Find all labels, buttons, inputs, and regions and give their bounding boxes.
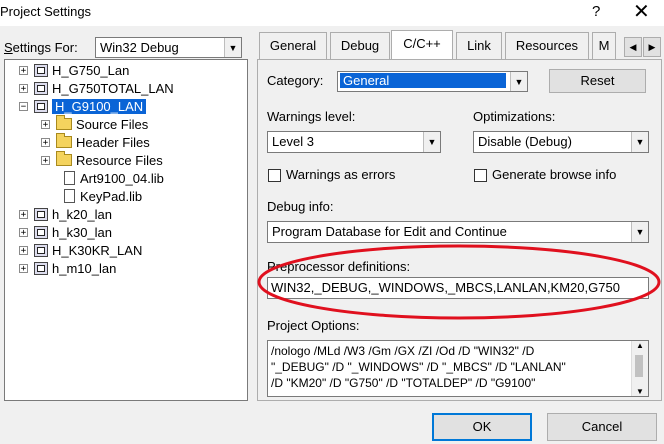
project-icon [34, 243, 48, 257]
tree-item[interactable]: + Header Files [41, 133, 150, 151]
tab-c-cpp[interactable]: C/C++ [391, 30, 453, 60]
collapse-icon[interactable]: − [19, 101, 28, 111]
tree-item[interactable]: + H_G750_Lan [19, 61, 129, 79]
project-options-line: /nologo /MLd /W3 /Gm /GX /ZI /Od /D "WIN… [271, 344, 535, 358]
tab-scroll-right[interactable]: ▶ [643, 37, 661, 57]
window-title: Project Settings [0, 4, 92, 19]
optimizations-dropdown[interactable]: Disable (Debug) ▼ [473, 131, 649, 153]
project-tree[interactable]: + H_G750_Lan + H_G750TOTAL_LAN − H_G9100… [4, 59, 248, 401]
title-bar: Project Settings ? ✕ [0, 0, 664, 26]
tree-item[interactable]: + h_k30_lan [19, 223, 112, 241]
tree-item-label: Source Files [76, 116, 149, 132]
optimizations-label: Optimizations: [473, 109, 556, 124]
red-annotation-ellipse [257, 244, 661, 320]
tab-debug[interactable]: Debug [330, 32, 390, 59]
tree-item-label: h_m10_lan [52, 260, 117, 276]
tree-item-selected[interactable]: − H_G9100_LAN [19, 97, 147, 115]
tree-item[interactable]: + Resource Files [41, 151, 163, 169]
expand-icon[interactable]: + [41, 155, 50, 165]
file-icon [64, 171, 75, 185]
ok-button[interactable]: OK [432, 413, 532, 441]
expand-icon[interactable]: + [19, 209, 28, 219]
tree-item-label: H_G9100_LAN [52, 98, 147, 114]
expand-icon[interactable]: + [19, 65, 28, 75]
tree-item[interactable]: + Source Files [41, 115, 148, 133]
tab-scroll-left[interactable]: ◀ [624, 37, 642, 57]
tree-item[interactable]: + H_G750TOTAL_LAN [19, 79, 174, 97]
project-options-scrollbar[interactable]: ▲ ▼ [631, 341, 648, 396]
expand-icon[interactable]: + [19, 227, 28, 237]
project-icon [34, 207, 48, 221]
project-icon [34, 225, 48, 239]
debug-info-dropdown[interactable]: Program Database for Edit and Continue ▼ [267, 221, 649, 243]
category-label: Category: [267, 73, 324, 88]
project-options-line: "_DEBUG" /D "_WINDOWS" /D "_MBCS" /D "LA… [271, 360, 566, 374]
tab-general[interactable]: General [259, 32, 327, 59]
chevron-down-icon[interactable]: ▼ [224, 38, 241, 57]
tree-item-label: h_k30_lan [52, 224, 112, 240]
tree-item[interactable]: + h_k20_lan [19, 205, 112, 223]
close-button[interactable]: ✕ [633, 0, 650, 24]
chevron-down-icon[interactable]: ▼ [631, 222, 648, 242]
category-value: General [340, 73, 506, 88]
tree-item-label: Header Files [76, 134, 150, 150]
reset-button[interactable]: Reset [549, 69, 646, 93]
tree-item-label: H_G750TOTAL_LAN [52, 80, 174, 96]
scroll-thumb[interactable] [635, 355, 643, 377]
tab-resources[interactable]: Resources [505, 32, 589, 59]
project-icon [34, 81, 48, 95]
folder-icon [56, 151, 72, 166]
expand-icon[interactable]: + [41, 137, 50, 147]
tree-item[interactable]: + H_K30KR_LAN [19, 241, 142, 259]
warning-level-label: Warnings level: [267, 109, 356, 124]
warnings-as-errors-label: Warnings as errors [286, 167, 396, 182]
help-button[interactable]: ? [592, 3, 600, 20]
project-icon [34, 99, 48, 113]
warnings-as-errors-checkbox[interactable] [268, 169, 281, 182]
category-dropdown[interactable]: General ▼ [337, 71, 528, 92]
warning-level-dropdown[interactable]: Level 3 ▼ [267, 131, 441, 153]
tree-item[interactable]: Art9100_04.lib [64, 169, 164, 187]
tree-item-label: h_k20_lan [52, 206, 112, 222]
generate-browse-info-label: Generate browse info [492, 167, 617, 182]
chevron-down-icon[interactable]: ▼ [423, 132, 440, 152]
generate-browse-info-checkbox[interactable] [474, 169, 487, 182]
cancel-button[interactable]: Cancel [547, 413, 657, 441]
settings-for-dropdown[interactable]: Win32 Debug ▼ [95, 37, 242, 58]
tree-item-label: KeyPad.lib [80, 188, 143, 204]
folder-icon [56, 133, 72, 148]
chevron-down-icon[interactable]: ▼ [510, 72, 527, 91]
settings-for-label: Settings For: [4, 40, 78, 55]
project-icon [34, 63, 48, 77]
scroll-up-icon[interactable]: ▲ [632, 341, 648, 350]
debug-info-value: Program Database for Edit and Continue [272, 224, 507, 239]
tree-item-label: H_K30KR_LAN [52, 242, 143, 258]
project-options-line: /D "KM20" /D "G750" /D "TOTALDEP" /D "G9… [271, 376, 536, 390]
optimizations-value: Disable (Debug) [478, 134, 572, 149]
tree-item[interactable]: + h_m10_lan [19, 259, 116, 277]
project-icon [34, 261, 48, 275]
expand-icon[interactable]: + [41, 119, 50, 129]
tab-link[interactable]: Link [456, 32, 502, 59]
chevron-down-icon[interactable]: ▼ [631, 132, 648, 152]
expand-icon[interactable]: + [19, 245, 28, 255]
debug-info-label: Debug info: [267, 199, 334, 214]
file-icon [64, 189, 75, 203]
tree-item-label: Art9100_04.lib [80, 170, 164, 186]
project-options-textarea[interactable]: /nologo /MLd /W3 /Gm /GX /ZI /Od /D "WIN… [267, 340, 649, 397]
scroll-down-icon[interactable]: ▼ [632, 387, 648, 396]
tree-item[interactable]: KeyPad.lib [64, 187, 142, 205]
settings-for-value: Win32 Debug [100, 40, 179, 55]
tree-item-label: H_G750_Lan [52, 62, 130, 78]
folder-icon [56, 115, 72, 130]
expand-icon[interactable]: + [19, 83, 28, 93]
tab-more[interactable]: M [592, 32, 616, 59]
expand-icon[interactable]: + [19, 263, 28, 273]
tree-item-label: Resource Files [76, 152, 163, 168]
warning-level-value: Level 3 [272, 134, 314, 149]
